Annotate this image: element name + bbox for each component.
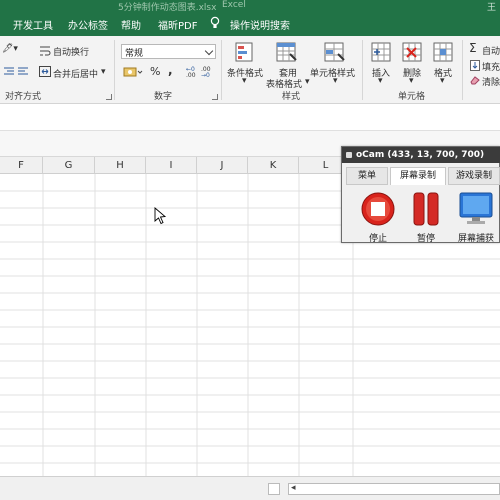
ocam-capture-label: 屏幕捕获 bbox=[457, 234, 494, 244]
comma-button[interactable]: , bbox=[168, 63, 173, 77]
column-header-j[interactable]: J bbox=[197, 157, 248, 174]
horizontal-scrollbar[interactable]: ◂ bbox=[288, 483, 500, 495]
ocam-title: oCam (433, 13, 700, 700) bbox=[356, 150, 485, 160]
styles-group-label: 样式 bbox=[282, 92, 301, 102]
ocam-pause-button[interactable]: 暂停 bbox=[404, 189, 448, 244]
wrap-text-button[interactable]: 自动换行 bbox=[53, 45, 89, 58]
tab-help[interactable]: 帮助 bbox=[121, 17, 141, 32]
chevron-down-icon bbox=[204, 46, 214, 56]
orientation-button[interactable]: 🖋▾ bbox=[2, 44, 18, 54]
formula-bar-area[interactable] bbox=[0, 105, 500, 131]
column-header-i[interactable]: I bbox=[146, 157, 197, 174]
ocam-app-icon bbox=[346, 152, 352, 158]
delete-cells-icon bbox=[402, 42, 422, 62]
merge-center-icon bbox=[39, 66, 51, 77]
ocam-stop-label: 停止 bbox=[368, 234, 387, 244]
column-header-h[interactable]: H bbox=[95, 157, 146, 174]
percent-button[interactable]: % bbox=[150, 65, 160, 78]
svg-text:→0: →0 bbox=[201, 72, 210, 78]
eraser-icon bbox=[470, 76, 480, 85]
number-format-select[interactable]: 常规 bbox=[121, 44, 216, 59]
number-format-value: 常规 bbox=[125, 49, 144, 59]
group-divider bbox=[462, 40, 463, 100]
decimal-icons[interactable]: ←0 .00 .00 →0 bbox=[186, 65, 216, 78]
pause-icon bbox=[413, 192, 439, 226]
ribbon: 🖋▾ 自动换行 合并后居中 ▾ 对齐方式 常规 % , ←0 .00 .00 →… bbox=[0, 36, 500, 104]
scroll-left-icon[interactable]: ◂ bbox=[291, 483, 296, 493]
chevron-down-icon[interactable]: ▾ bbox=[378, 76, 383, 86]
currency-icon[interactable] bbox=[123, 66, 143, 78]
number-launcher-icon[interactable] bbox=[212, 94, 218, 100]
insert-cells-icon bbox=[371, 42, 391, 62]
ocam-tab-game-record[interactable]: 游戏录制 bbox=[448, 167, 500, 185]
alignment-launcher-icon[interactable] bbox=[106, 94, 112, 100]
chevron-down-icon[interactable]: ▾ bbox=[305, 77, 310, 87]
tell-me-search[interactable]: 操作说明搜索 bbox=[230, 17, 290, 32]
number-group-label: 数字 bbox=[154, 92, 173, 102]
indent-icons[interactable] bbox=[3, 66, 29, 76]
ocam-window[interactable]: oCam (433, 13, 700, 700) 菜单 屏幕录制 游戏录制 停止… bbox=[341, 146, 500, 244]
ocam-capture-button[interactable]: 屏幕捕获 bbox=[454, 189, 498, 244]
tab-office-tab[interactable]: 办公标签 bbox=[68, 17, 108, 32]
cell-styles-icon bbox=[324, 42, 345, 62]
alignment-group-label: 对齐方式 bbox=[5, 92, 42, 102]
column-header-f[interactable]: F bbox=[0, 157, 43, 174]
chevron-down-icon[interactable]: ▾ bbox=[440, 76, 445, 86]
sigma-icon: Σ bbox=[469, 41, 477, 55]
ocam-tab-menu[interactable]: 菜单 bbox=[346, 167, 388, 185]
group-divider bbox=[114, 40, 115, 100]
ocam-tab-screen-record[interactable]: 屏幕录制 bbox=[390, 167, 446, 185]
mouse-cursor-icon bbox=[154, 207, 167, 225]
column-header-k[interactable]: K bbox=[248, 157, 299, 174]
svg-text:.00: .00 bbox=[186, 72, 196, 78]
chevron-down-icon[interactable]: ▾ bbox=[242, 76, 247, 86]
sheet-tabs-bar: ◂ bbox=[0, 476, 500, 500]
autosum-button[interactable]: 自动 bbox=[482, 44, 500, 57]
fill-down-icon bbox=[470, 60, 480, 71]
fill-button[interactable]: 填充 bbox=[482, 60, 500, 73]
column-header-g[interactable]: G bbox=[43, 157, 95, 174]
title-bar: 5分钟制作动态图表.xlsx Excel 王 bbox=[0, 0, 500, 13]
chevron-down-icon[interactable]: ▾ bbox=[101, 67, 106, 77]
tab-foxit-pdf[interactable]: 福昕PDF bbox=[158, 17, 197, 32]
window-app-name: Excel bbox=[222, 0, 246, 10]
clear-button[interactable]: 清除 bbox=[482, 75, 500, 88]
format-cells-icon bbox=[433, 42, 453, 62]
chevron-down-icon[interactable]: ▾ bbox=[409, 76, 414, 86]
ocam-stop-button[interactable]: 停止 bbox=[356, 189, 400, 244]
group-divider bbox=[221, 40, 222, 100]
group-divider bbox=[362, 40, 363, 100]
ocam-titlebar[interactable]: oCam (433, 13, 700, 700) bbox=[342, 147, 500, 163]
cells-group-label: 单元格 bbox=[398, 92, 426, 102]
ocam-pause-label: 暂停 bbox=[416, 234, 435, 244]
scroll-button[interactable] bbox=[268, 483, 280, 495]
tab-developer[interactable]: 开发工具 bbox=[13, 17, 53, 32]
stop-record-icon bbox=[361, 192, 395, 226]
conditional-format-icon bbox=[235, 42, 253, 62]
chevron-down-icon[interactable]: ▾ bbox=[333, 76, 338, 86]
ocam-tabs: 菜单 屏幕录制 游戏录制 bbox=[346, 167, 500, 185]
wrap-text-icon bbox=[40, 46, 51, 56]
table-format-icon bbox=[276, 42, 297, 62]
ribbon-tabs: 开发工具 办公标签 帮助 福昕PDF 操作说明搜索 bbox=[0, 12, 500, 36]
monitor-icon bbox=[459, 192, 493, 224]
merge-center-button[interactable]: 合并后居中 bbox=[53, 67, 98, 80]
lightbulb-icon bbox=[210, 16, 220, 28]
